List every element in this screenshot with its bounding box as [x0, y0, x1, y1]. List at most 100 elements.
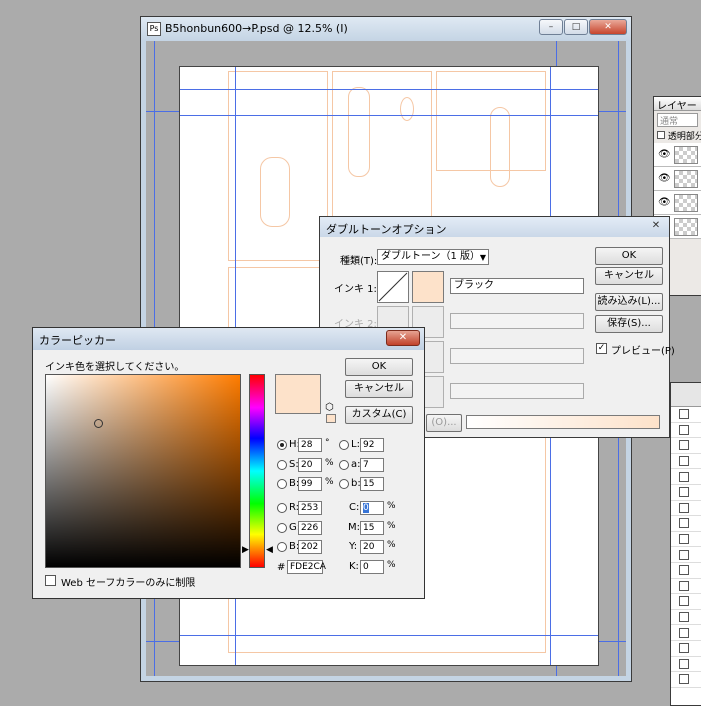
save-button[interactable]: 保存(S)... [595, 315, 663, 333]
history-item[interactable] [671, 485, 701, 501]
layer-thumbnail [674, 218, 698, 236]
s-input[interactable]: 20 [298, 458, 322, 472]
history-item[interactable] [671, 657, 701, 673]
history-item[interactable] [671, 594, 701, 610]
history-step-icon [679, 612, 689, 623]
history-step-icon [679, 643, 689, 654]
y-input[interactable]: 20 [360, 540, 384, 554]
move-icon [679, 627, 689, 638]
picker-close-button[interactable]: ✕ [386, 330, 420, 346]
picker-cancel-button[interactable]: キャンセル [345, 380, 413, 398]
history-item[interactable] [671, 423, 701, 439]
k-label: K: [349, 561, 359, 572]
radio-a[interactable] [339, 460, 349, 470]
hue-slider[interactable] [249, 374, 265, 568]
sketch-figure [348, 87, 370, 177]
c-input[interactable]: 0 [360, 501, 384, 515]
b-input[interactable]: 99 [298, 477, 322, 491]
history-item[interactable] [671, 610, 701, 626]
picker-titlebar[interactable]: カラーピッカー ✕ [33, 328, 424, 350]
layer-row[interactable]: 👁 [654, 143, 701, 167]
line-tool-icon [679, 487, 689, 498]
custom-colors-button[interactable]: カスタム(C) [345, 406, 413, 424]
blend-mode-select[interactable]: 通常 [657, 113, 698, 127]
layers-tab[interactable]: レイヤー [654, 97, 701, 112]
speech-bubble [400, 97, 414, 121]
layer-row[interactable]: 👁 [654, 167, 701, 191]
history-item[interactable] [671, 469, 701, 485]
radio-s[interactable] [277, 460, 287, 470]
minimize-button[interactable]: – [539, 19, 563, 35]
slider-left-arrow-icon[interactable]: ▶ [242, 545, 249, 555]
k-input[interactable]: 0 [360, 560, 384, 574]
eye-icon[interactable]: 👁 [658, 173, 671, 184]
m-label: M: [348, 522, 360, 533]
close-button[interactable]: ✕ [589, 19, 627, 35]
preview-checkbox[interactable]: ✓ [596, 343, 607, 354]
gamut-color-swatch[interactable] [326, 414, 336, 423]
duotone-close-button[interactable]: ✕ [649, 220, 663, 233]
g-input[interactable]: 226 [298, 521, 322, 535]
move-icon [679, 456, 689, 467]
marquee-icon [679, 518, 689, 529]
ink1-label: インキ 1: [334, 284, 377, 295]
ink1-curve-box[interactable] [377, 271, 409, 303]
lock-transparent-option[interactable]: 透明部分 [654, 129, 701, 143]
layer-thumbnail [674, 194, 698, 212]
radio-r[interactable] [277, 503, 287, 513]
radio-lab-b[interactable] [339, 479, 349, 489]
load-button[interactable]: 読み込み(L)... [595, 293, 663, 311]
radio-g[interactable] [277, 523, 287, 533]
radio-blue[interactable] [277, 542, 287, 552]
a-input[interactable]: 7 [360, 458, 384, 472]
layer-row[interactable]: 👁 [654, 191, 701, 215]
history-tab[interactable] [671, 383, 701, 407]
duotone-titlebar[interactable]: ダブルトーンオプション ✕ [320, 217, 669, 237]
out-of-gamut-cube-icon[interactable]: ⬡ [325, 402, 334, 413]
saturation-brightness-field[interactable] [45, 374, 241, 568]
history-item[interactable] [671, 547, 701, 563]
history-item[interactable] [671, 641, 701, 657]
overprint-colors-button[interactable]: (O)... [426, 414, 462, 432]
history-item[interactable] [671, 407, 701, 423]
history-item[interactable] [671, 532, 701, 548]
duotone-ok-button[interactable]: OK [595, 247, 663, 265]
history-item[interactable] [671, 672, 701, 688]
history-item[interactable] [671, 625, 701, 641]
l-input[interactable]: 92 [360, 438, 384, 452]
duotone-cancel-button[interactable]: キャンセル [595, 267, 663, 285]
color-picker-dialog: カラーピッカー ✕ インキ色を選択してください。 ▶ ◀ ⬡ OK キャンセル … [32, 327, 425, 599]
m-input[interactable]: 15 [360, 521, 384, 535]
slider-right-arrow-icon[interactable]: ◀ [266, 545, 273, 555]
history-item[interactable] [671, 579, 701, 595]
history-item[interactable] [671, 501, 701, 517]
duotone-title: ダブルトーンオプション [326, 223, 447, 236]
lock-transparent-label: 透明部分 [667, 132, 701, 142]
radio-h[interactable] [277, 440, 287, 450]
picker-ok-button[interactable]: OK [345, 358, 413, 376]
type-select[interactable]: ダブルトーン（1 版） ▼ [377, 249, 489, 265]
eye-icon[interactable]: 👁 [658, 149, 671, 160]
history-item[interactable] [671, 438, 701, 454]
r-input[interactable]: 253 [298, 501, 322, 515]
curve-diagonal-icon [378, 272, 408, 302]
radio-b[interactable] [277, 479, 287, 489]
color-marker[interactable] [94, 419, 103, 428]
ink1-name-field[interactable]: ブラック [450, 278, 584, 294]
history-item[interactable] [671, 516, 701, 532]
hex-input[interactable]: FDE2CA [287, 560, 326, 574]
radio-l[interactable] [339, 440, 349, 450]
document-titlebar[interactable]: Ps B5honbun600→P.psd @ 12.5% (I) – □ ✕ [141, 17, 631, 41]
h-input[interactable]: 28 [298, 438, 322, 452]
maximize-button[interactable]: □ [564, 19, 588, 35]
l-label: L: [351, 439, 360, 450]
lab-b-input[interactable]: 15 [360, 477, 384, 491]
history-step-icon [679, 471, 689, 482]
history-item[interactable] [671, 563, 701, 579]
history-step-icon [679, 549, 689, 560]
ink1-color-swatch[interactable] [412, 271, 444, 303]
blue-input[interactable]: 202 [298, 540, 322, 554]
eye-icon[interactable]: 👁 [658, 197, 671, 208]
history-item[interactable] [671, 454, 701, 470]
web-only-checkbox[interactable] [45, 575, 56, 586]
